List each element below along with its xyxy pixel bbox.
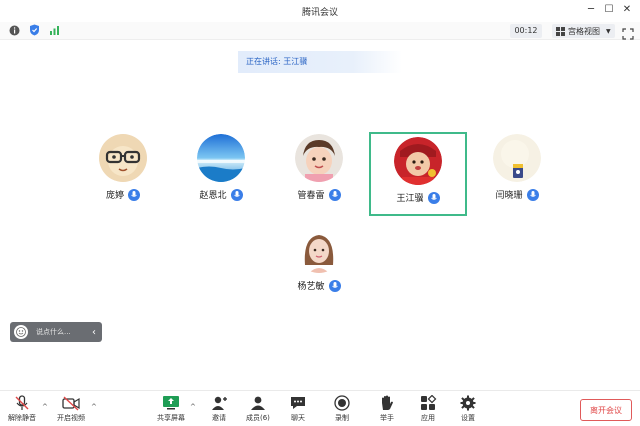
- share-screen-button[interactable]: 共享屏幕: [157, 395, 185, 423]
- apps-icon: [421, 395, 437, 410]
- settings-button[interactable]: 设置: [459, 395, 477, 423]
- hand-icon: [382, 395, 393, 410]
- invite-button[interactable]: 邀请: [210, 395, 228, 423]
- chevron-left-icon[interactable]: ‹: [92, 327, 96, 338]
- unmute-label: 解除静音: [8, 414, 36, 422]
- raise-hand-button[interactable]: 举手: [378, 395, 396, 423]
- window-controls: ─ ☐ ✕: [584, 3, 634, 17]
- chat-placeholder: 说点什么...: [36, 328, 71, 336]
- glasses-cartoon-avatar: [99, 134, 147, 182]
- members-icon: [250, 396, 265, 410]
- raise-hand-label: 举手: [380, 414, 394, 422]
- record-button[interactable]: 录制: [333, 395, 351, 423]
- meeting-window: 腾讯会议 ─ ☐ ✕ 00:12 宫格视图 ▼ 正在讲话: 王江骥 庞婷 赵恩北…: [0, 0, 640, 426]
- participant-name: 管春雷: [297, 191, 325, 201]
- invite-label: 邀请: [212, 414, 226, 422]
- view-mode-button[interactable]: 宫格视图 ▼: [552, 24, 615, 38]
- info-icon[interactable]: [8, 24, 20, 36]
- start-video-button[interactable]: 开启视频: [57, 395, 85, 423]
- gear-icon: [460, 395, 476, 411]
- close-icon[interactable]: ✕: [620, 3, 634, 17]
- meeting-timer: 00:12: [510, 24, 542, 38]
- record-icon: [334, 395, 350, 411]
- participant-tile[interactable]: 管春雷: [270, 134, 368, 216]
- speaking-indicator: 正在讲话: 王江骥: [238, 51, 402, 73]
- participant-tile[interactable]: 赵恩北: [172, 134, 270, 216]
- chat-button[interactable]: 聊天: [289, 395, 307, 423]
- girl-illustration-avatar: [295, 225, 343, 273]
- settings-label: 设置: [461, 414, 475, 422]
- emoji-icon[interactable]: [14, 325, 28, 339]
- bottom-toolbar: 解除静音 ^ 开启视频 ^ 共享屏幕 ^ 邀请 成员(6) 聊天 录制 举手 应…: [0, 390, 640, 426]
- chat-input[interactable]: 说点什么... ‹: [10, 322, 102, 342]
- title-bar: 腾讯会议 ─ ☐ ✕: [0, 0, 640, 22]
- apps-button[interactable]: 应用: [419, 395, 437, 423]
- invite-icon: [212, 396, 227, 410]
- start-video-label: 开启视频: [57, 414, 85, 422]
- mic-icon: [328, 279, 341, 292]
- video-options-chevron-icon[interactable]: ^: [91, 403, 97, 411]
- share-screen-icon: [163, 396, 179, 410]
- record-label: 录制: [335, 414, 349, 422]
- mic-icon: [328, 188, 341, 201]
- grid-icon: [556, 26, 565, 36]
- participant-name: 庞婷: [105, 191, 124, 201]
- minimize-icon[interactable]: ─: [584, 3, 598, 17]
- mic-icon: [526, 188, 539, 201]
- maximize-icon[interactable]: ☐: [602, 3, 616, 17]
- cup-photo-avatar: [493, 134, 541, 182]
- share-screen-label: 共享屏幕: [157, 414, 185, 422]
- members-label: 成员(6): [246, 414, 270, 422]
- child-photo-avatar: [295, 134, 343, 182]
- chat-label: 聊天: [291, 414, 305, 422]
- shield-icon[interactable]: [28, 24, 40, 36]
- leave-meeting-button[interactable]: 离开会议: [580, 399, 632, 421]
- mic-icon: [230, 188, 243, 201]
- participant-tile-active[interactable]: 王江骥: [369, 132, 467, 216]
- mic-active-icon: [427, 191, 440, 204]
- participant-tile[interactable]: 杨艺敏: [270, 225, 368, 307]
- participant-name: 赵恩北: [199, 191, 227, 201]
- participant-name: 杨艺敏: [297, 282, 325, 292]
- info-bar: 00:12 宫格视图 ▼: [0, 22, 640, 40]
- chevron-down-icon: ▼: [606, 27, 611, 35]
- sea-scene-avatar: [197, 134, 245, 182]
- participant-tile[interactable]: 庞婷: [74, 134, 172, 216]
- view-mode-label: 宫格视图: [568, 26, 600, 36]
- participant-tile[interactable]: 闫晓珊: [468, 134, 566, 216]
- participant-name: 闫晓珊: [495, 191, 523, 201]
- unmute-button[interactable]: 解除静音: [8, 395, 36, 423]
- chat-icon: [291, 397, 305, 409]
- apps-label: 应用: [421, 414, 435, 422]
- window-title: 腾讯会议: [301, 7, 338, 18]
- video-off-icon: [62, 396, 80, 411]
- fullscreen-icon[interactable]: [622, 25, 634, 40]
- audio-options-chevron-icon[interactable]: ^: [42, 403, 48, 411]
- muted-mic-icon: [15, 395, 29, 410]
- baby-red-photo-avatar: [394, 137, 442, 185]
- signal-icon[interactable]: [48, 24, 60, 36]
- mic-icon: [128, 188, 140, 201]
- members-button[interactable]: 成员(6): [246, 395, 270, 423]
- participant-name: 王江骥: [396, 194, 424, 204]
- share-options-chevron-icon[interactable]: ^: [190, 403, 196, 411]
